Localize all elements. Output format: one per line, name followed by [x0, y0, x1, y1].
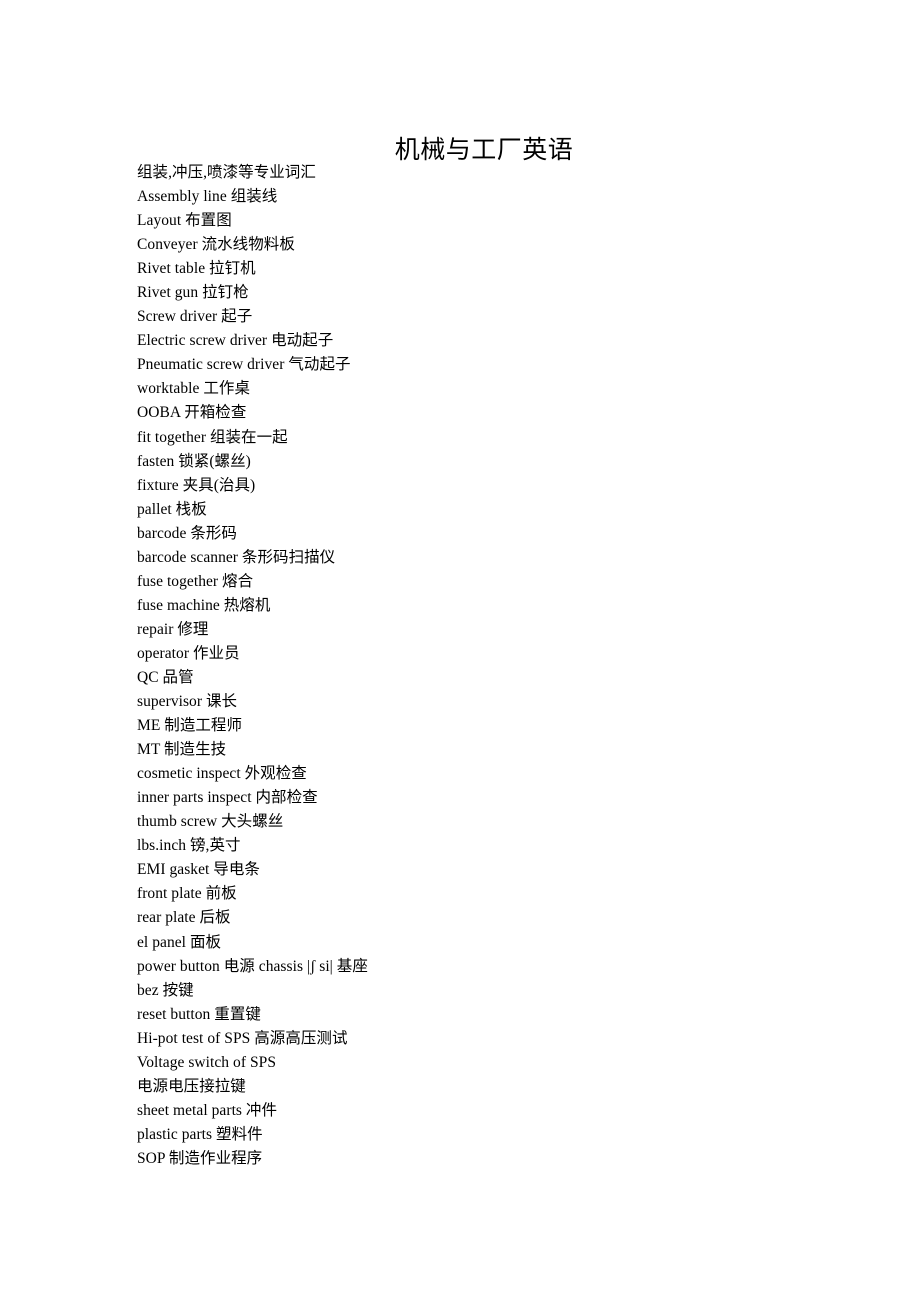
- vocab-line: Hi-pot test of SPS 高源高压测试: [137, 1029, 348, 1047]
- vocab-line: reset button 重置键: [137, 1005, 261, 1023]
- vocab-line: inner parts inspect 内部检查: [137, 789, 318, 807]
- vocab-line: fit together 组装在一起: [137, 428, 288, 446]
- vocab-line: barcode scanner 条形码扫描仪: [137, 548, 336, 566]
- vocab-line: Assembly line 组装线: [137, 188, 278, 206]
- vocab-line: plastic parts 塑料件: [137, 1125, 263, 1143]
- vocab-line: cosmetic inspect 外观检查: [137, 765, 307, 783]
- vocab-line: fuse together 熔合: [137, 572, 254, 590]
- vocab-line: fasten 锁紧(螺丝): [137, 452, 251, 470]
- vocab-line: lbs.inch 镑,英寸: [137, 837, 241, 855]
- vocab-line: Layout 布置图: [137, 212, 232, 230]
- document-page: 机械与工厂英语 组装,冲压,喷漆等专业词汇 Assembly line 组装线 La…: [0, 0, 920, 1302]
- vocab-line: Electric screw driver 电动起子: [137, 332, 334, 350]
- vocab-line: power button 电源 chassis |ʃ si| 基座: [137, 957, 368, 975]
- vocab-line: ME 制造工程师: [137, 717, 243, 735]
- vocab-line: QC 品管: [137, 668, 194, 686]
- vocab-line: Conveyer 流水线物料板: [137, 236, 295, 254]
- vocab-line: EMI gasket 导电条: [137, 861, 260, 879]
- vocab-line: fuse machine 热熔机: [137, 596, 271, 614]
- vocab-line: bez 按键: [137, 981, 194, 999]
- vocab-line: operator 作业员: [137, 644, 240, 662]
- vocab-line: sheet metal parts 冲件: [137, 1101, 278, 1119]
- vocab-line: fixture 夹具(治具): [137, 476, 256, 494]
- vocab-line: pallet 栈板: [137, 500, 207, 518]
- vocab-line: rear plate 后板: [137, 909, 231, 927]
- vocab-line: 组装,冲压,喷漆等专业词汇: [137, 164, 316, 181]
- vocab-line: front plate 前板: [137, 885, 237, 903]
- vocab-line: MT 制造生技: [137, 741, 227, 759]
- vocab-line: worktable 工作桌: [137, 380, 251, 398]
- vocab-line: barcode 条形码: [137, 524, 237, 542]
- vocab-line: repair 修理: [137, 620, 209, 638]
- vocab-line: el panel 面板: [137, 933, 222, 951]
- vocab-line: SOP 制造作业程序: [137, 1149, 263, 1167]
- vocabulary-list: 组装,冲压,喷漆等专业词汇 Assembly line 组装线 Layout 布置图…: [137, 161, 877, 1171]
- vocab-line: Screw driver 起子: [137, 308, 253, 326]
- vocab-line: Pneumatic screw driver 气动起子: [137, 356, 351, 374]
- vocab-line: OOBA 开箱检查: [137, 404, 247, 422]
- vocab-line: Rivet table 拉钉机: [137, 260, 256, 278]
- vocab-line: Voltage switch of SPS: [137, 1053, 276, 1071]
- vocab-line: supervisor 课长: [137, 693, 238, 711]
- vocab-line: 电源电压接拉键: [137, 1077, 246, 1095]
- vocab-line: Rivet gun 拉钉枪: [137, 284, 249, 302]
- vocab-line: thumb screw 大头螺丝: [137, 813, 284, 831]
